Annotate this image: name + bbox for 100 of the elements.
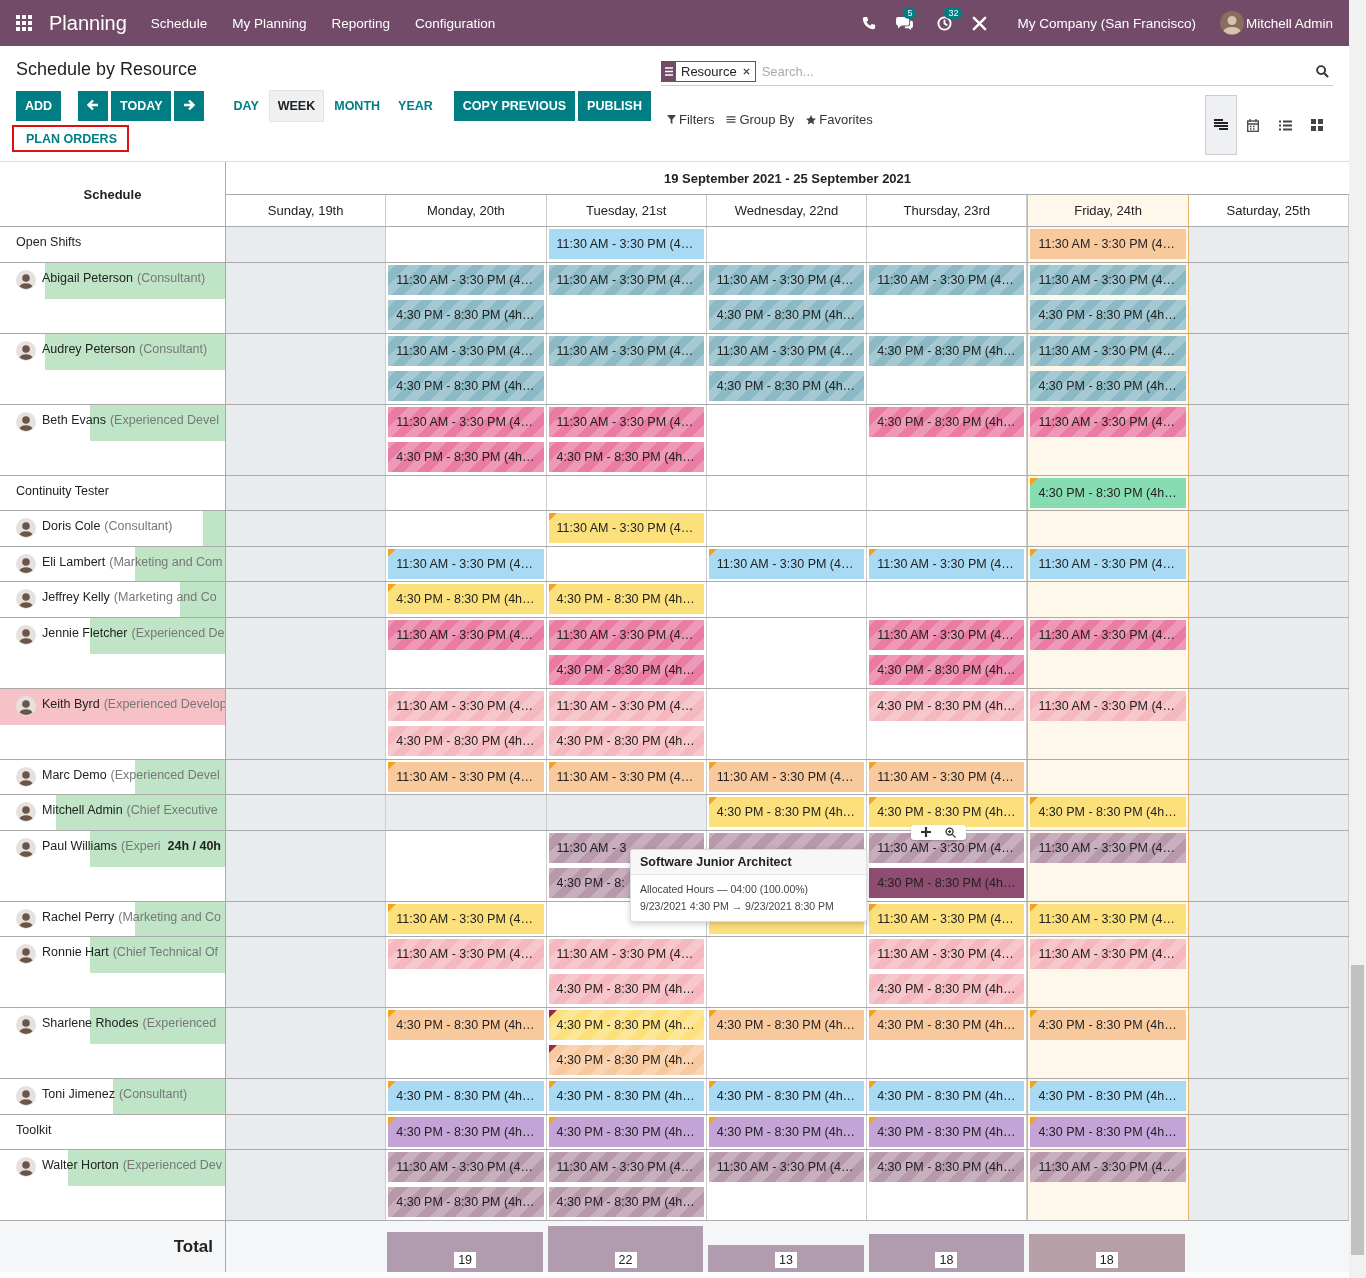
shift-pill[interactable]: 4:30 PM - 8:30 PM (4h… [869, 1081, 1025, 1111]
shift-pill[interactable]: 11:30 AM - 3:30 PM (4… [388, 335, 544, 366]
shift-pill[interactable]: 4:30 PM - 8:30 PM (4h… [548, 1045, 704, 1075]
shift-pill[interactable]: 4:30 PM - 8:30 PM (4h… [869, 406, 1025, 437]
shift-pill[interactable]: 11:30 AM - 3:30 PM (4… [1030, 264, 1186, 295]
shift-pill[interactable]: 11:30 AM - 3:30 PM (4… [1030, 690, 1186, 721]
search-field[interactable]: Resource Search... [661, 58, 1333, 86]
user-menu[interactable]: Mitchell Admin [1245, 15, 1333, 31]
shift-pill[interactable]: 11:30 AM - 3:30 PM (4… [548, 406, 704, 437]
action-button[interactable]: COPY PREVIOUS [453, 91, 576, 121]
gantt-view-button[interactable] [1205, 95, 1237, 155]
shift-pill[interactable]: 11:30 AM - 3:30 PM (4… [1030, 229, 1186, 259]
shift-pill[interactable]: 4:30 PM - 8:30 PM (4h… [869, 690, 1025, 721]
shift-pill[interactable]: 4:30 PM - 8:30 PM (4h… [388, 1010, 544, 1040]
today-button[interactable]: TODAY [111, 91, 172, 121]
shift-pill[interactable]: 11:30 AM - 3:30 PM (4… [548, 619, 704, 650]
shift-pill[interactable]: 4:30 PM - 8:30 PM (4h… [869, 335, 1025, 366]
scale-tab[interactable]: MONTH [326, 90, 389, 122]
shift-pill[interactable]: 11:30 AM - 3:30 PM (4… [388, 264, 544, 295]
shift-pill[interactable]: 4:30 PM - 8:30 PM (4h… [548, 654, 704, 685]
shift-pill[interactable]: 11:30 AM - 3:30 PM (4… [388, 761, 544, 792]
shift-pill[interactable]: 11:30 AM - 3:30 PM (4… [548, 229, 704, 259]
shift-pill[interactable]: 4:30 PM - 8:30 PM (4h… [869, 1152, 1025, 1182]
shift-pill[interactable]: 4:30 PM - 8:30 PM (4h… [548, 725, 704, 756]
shift-pill[interactable]: 11:30 AM - 3:30 PM (4… [708, 761, 865, 792]
shift-pill[interactable]: 4:30 PM - 8:30 PM (4h… [1030, 1010, 1186, 1040]
shift-pill[interactable]: 4:30 PM - 8:30 PM (4h… [388, 441, 544, 472]
shift-pill[interactable]: 4:30 PM - 8:30 PM (4h… [708, 1081, 865, 1111]
action-button[interactable]: PUBLISH [578, 91, 651, 121]
menu-item[interactable]: My Planning [232, 15, 307, 31]
company-switcher[interactable]: My Company (San Francisco) [1017, 15, 1196, 31]
chat-icon[interactable] [896, 15, 914, 31]
shift-pill[interactable]: 11:30 AM - 3:30 PM (4… [388, 903, 544, 934]
shift-pill[interactable]: 4:30 PM - 8:30 PM (4h… [548, 1116, 704, 1147]
filter-menu-button[interactable]: Group By [726, 112, 795, 127]
scrollbar[interactable] [1349, 0, 1366, 1278]
plan-orders-button[interactable]: PLAN ORDERS [14, 131, 117, 146]
shift-pill[interactable]: 11:30 AM - 3:30 PM (4… [548, 761, 704, 792]
shift-pill[interactable]: 11:30 AM - 3:30 PM (4… [388, 406, 544, 437]
shift-pill[interactable]: 11:30 AM - 3:30 PM (4… [1030, 406, 1186, 437]
shift-pill[interactable]: 4:30 PM - 8:30 PM (4h… [1030, 370, 1186, 401]
menu-item[interactable]: Schedule [150, 15, 208, 31]
shift-pill[interactable]: 4:30 PM - 8:30 PM (4h… [708, 299, 865, 330]
shift-pill[interactable]: 4:30 PM - 8:30 PM (4h… [548, 1187, 704, 1217]
shift-pill[interactable]: 4:30 PM - 8:30 PM (4h… [388, 1187, 544, 1217]
shift-pill[interactable]: 11:30 AM - 3:30 PM (4… [708, 264, 865, 295]
apps-menu-icon[interactable] [16, 15, 32, 31]
add-button[interactable]: ADD [16, 91, 62, 121]
shift-pill[interactable]: 11:30 AM - 3:30 PM (4… [388, 619, 544, 650]
shift-pill[interactable]: 4:30 PM - 8:30 PM (4h… [388, 299, 544, 330]
user-avatar-icon[interactable] [1219, 11, 1244, 35]
shift-pill[interactable]: 11:30 AM - 3:30 PM (4… [1030, 1152, 1186, 1182]
shift-pill[interactable]: 4:30 PM - 8:30 PM (4h… [708, 1010, 865, 1040]
shift-pill[interactable]: 4:30 PM - 8:30 PM (4h… [869, 974, 1025, 1004]
app-name[interactable]: Planning [49, 11, 127, 35]
shift-pill[interactable]: 4:30 PM - 8:30 PM (4h… [1030, 1081, 1186, 1111]
scrollbar-thumb[interactable] [1351, 965, 1364, 1255]
shift-pill[interactable]: 11:30 AM - 3:30 PM (4… [548, 335, 704, 366]
shift-pill[interactable]: 11:30 AM - 3:30 PM (4… [708, 335, 865, 366]
search-facet[interactable]: Resource [661, 60, 756, 82]
shift-pill[interactable]: 4:30 PM - 8:30 PM (4h… [869, 797, 1025, 827]
shift-pill[interactable]: 11:30 AM - 3:30 PM (4… [1030, 832, 1186, 863]
shift-pill[interactable]: 11:30 AM - 3:30 PM (4… [1030, 548, 1186, 579]
shift-pill[interactable]: 11:30 AM - 3:30 PM (4… [869, 832, 1025, 863]
menu-item[interactable]: Configuration [415, 15, 496, 31]
shift-pill[interactable]: 11:30 AM - 3:30 PM (4… [1030, 335, 1186, 366]
shift-pill[interactable]: 4:30 PM - 8:30 PM (4h… [548, 584, 704, 614]
shift-pill[interactable]: 11:30 AM - 3:30 PM (4… [388, 690, 544, 721]
shift-pill[interactable]: 11:30 AM - 3:30 PM (4… [869, 264, 1025, 295]
shift-pill[interactable]: 11:30 AM - 3:30 PM (4… [1030, 903, 1186, 934]
shift-pill[interactable]: 11:30 AM - 3:30 PM (4… [869, 939, 1025, 969]
shift-pill[interactable]: 4:30 PM - 8:30 PM (4h… [388, 584, 544, 614]
shift-pill[interactable]: 4:30 PM - 8:30 PM (4h… [1030, 299, 1186, 330]
shift-pill[interactable]: 4:30 PM - 8:30 PM (4h… [548, 1081, 704, 1111]
shift-pill[interactable]: 11:30 AM - 3:30 PM (4… [388, 548, 544, 579]
menu-item[interactable]: Reporting [331, 15, 390, 31]
plus-icon[interactable] [921, 826, 932, 837]
shift-pill[interactable]: 11:30 AM - 3:30 PM (4… [548, 264, 704, 295]
shift-pill[interactable]: 11:30 AM - 3:30 PM (4… [388, 1152, 544, 1182]
shift-pill[interactable]: 11:30 AM - 3:30 PM (4… [869, 761, 1025, 792]
scale-tab[interactable]: WEEK [268, 90, 325, 122]
shift-pill[interactable]: 4:30 PM - 8:30 PM (4h… [869, 1010, 1025, 1040]
shift-pill[interactable]: 11:30 AM - 3:30 PM (4… [548, 513, 704, 543]
search-icon[interactable] [1316, 64, 1329, 78]
shift-pill[interactable]: 4:30 PM - 8:30 PM (4h… [1030, 797, 1186, 827]
zoom-icon[interactable] [945, 826, 957, 838]
scale-tab[interactable]: DAY [225, 90, 267, 122]
shift-pill[interactable]: 11:30 AM - 3:30 PM (4… [708, 548, 865, 579]
next-button[interactable] [174, 91, 205, 121]
shift-pill[interactable]: 11:30 AM - 3:30 PM (4… [548, 1152, 704, 1182]
filter-menu-button[interactable]: Filters [667, 112, 715, 127]
shift-pill[interactable]: 4:30 PM - 8:30 PM (4h… [548, 974, 704, 1004]
shift-pill[interactable]: 4:30 PM - 8:30 PM (4h… [388, 370, 544, 401]
shift-pill[interactable]: 4:30 PM - 8:30 PM (4h… [388, 1116, 544, 1147]
shift-pill[interactable]: 4:30 PM - 8:30 PM (4h… [1030, 1116, 1186, 1147]
scale-tab[interactable]: YEAR [390, 90, 441, 122]
shift-pill[interactable]: 11:30 AM - 3:30 PM (4… [869, 619, 1025, 650]
shift-pill[interactable]: 4:30 PM - 8:30 PM (4h… [869, 1116, 1025, 1147]
clock-icon[interactable] [937, 15, 953, 31]
close-icon[interactable] [742, 67, 750, 75]
